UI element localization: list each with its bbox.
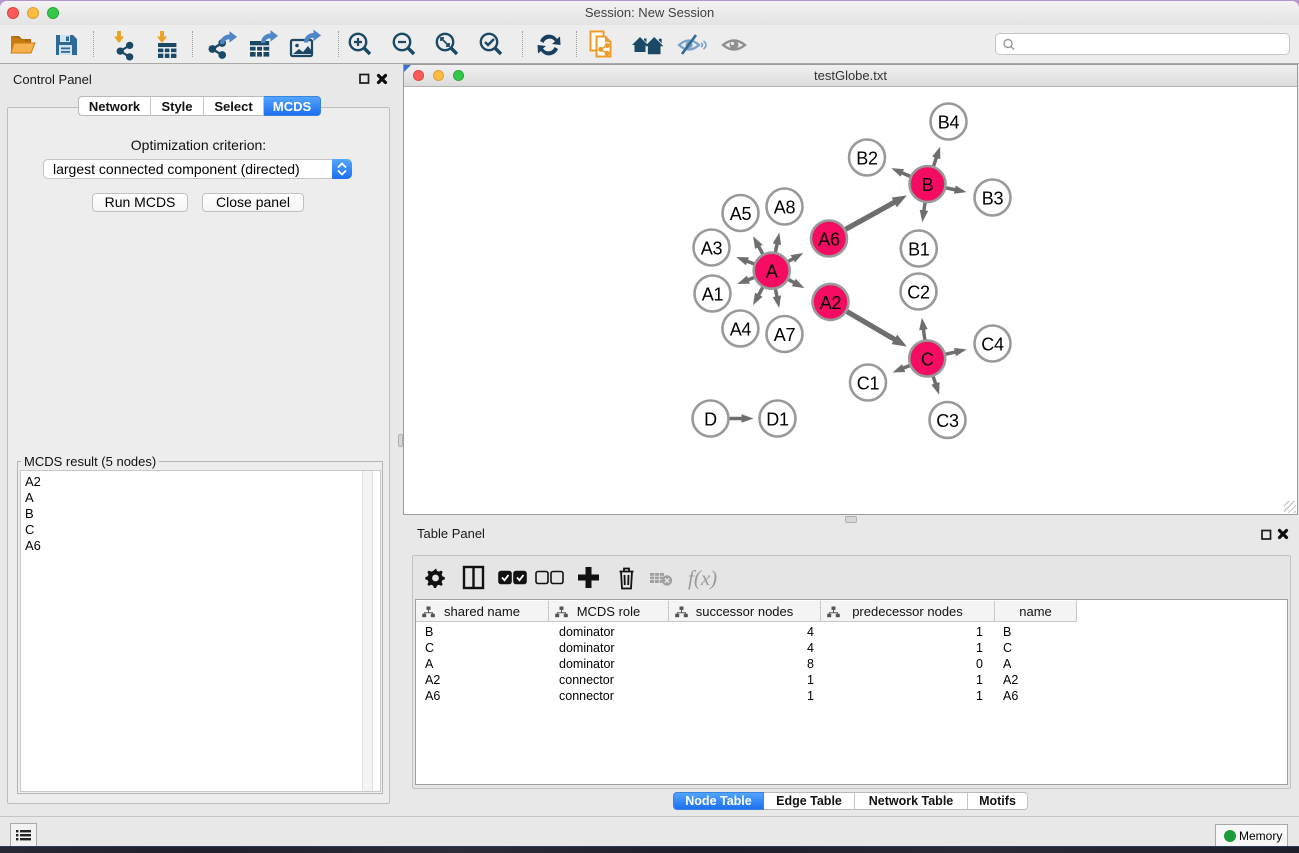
svg-text:f(x): f(x) [688,566,717,590]
svg-text:A4: A4 [730,320,752,340]
svg-text:B: B [922,175,934,195]
svg-text:B2: B2 [856,149,878,169]
svg-text:C4: C4 [981,335,1004,355]
svg-text:A1: A1 [702,285,724,305]
svg-text:A: A [766,262,778,282]
svg-text:C2: C2 [907,283,930,303]
svg-text:C1: C1 [857,374,880,394]
svg-text:B4: B4 [938,113,960,133]
svg-text:A7: A7 [774,325,796,345]
svg-text:A8: A8 [774,198,796,218]
svg-text:A5: A5 [730,204,752,224]
svg-text:D: D [704,410,717,430]
svg-text:C3: C3 [936,411,959,431]
svg-text:D1: D1 [766,410,789,430]
svg-text:C: C [921,350,934,370]
svg-text:B1: B1 [908,240,930,260]
svg-text:A3: A3 [701,239,723,259]
svg-text:A2: A2 [820,293,842,313]
svg-text:A6: A6 [818,230,840,250]
svg-text:B3: B3 [982,189,1004,209]
